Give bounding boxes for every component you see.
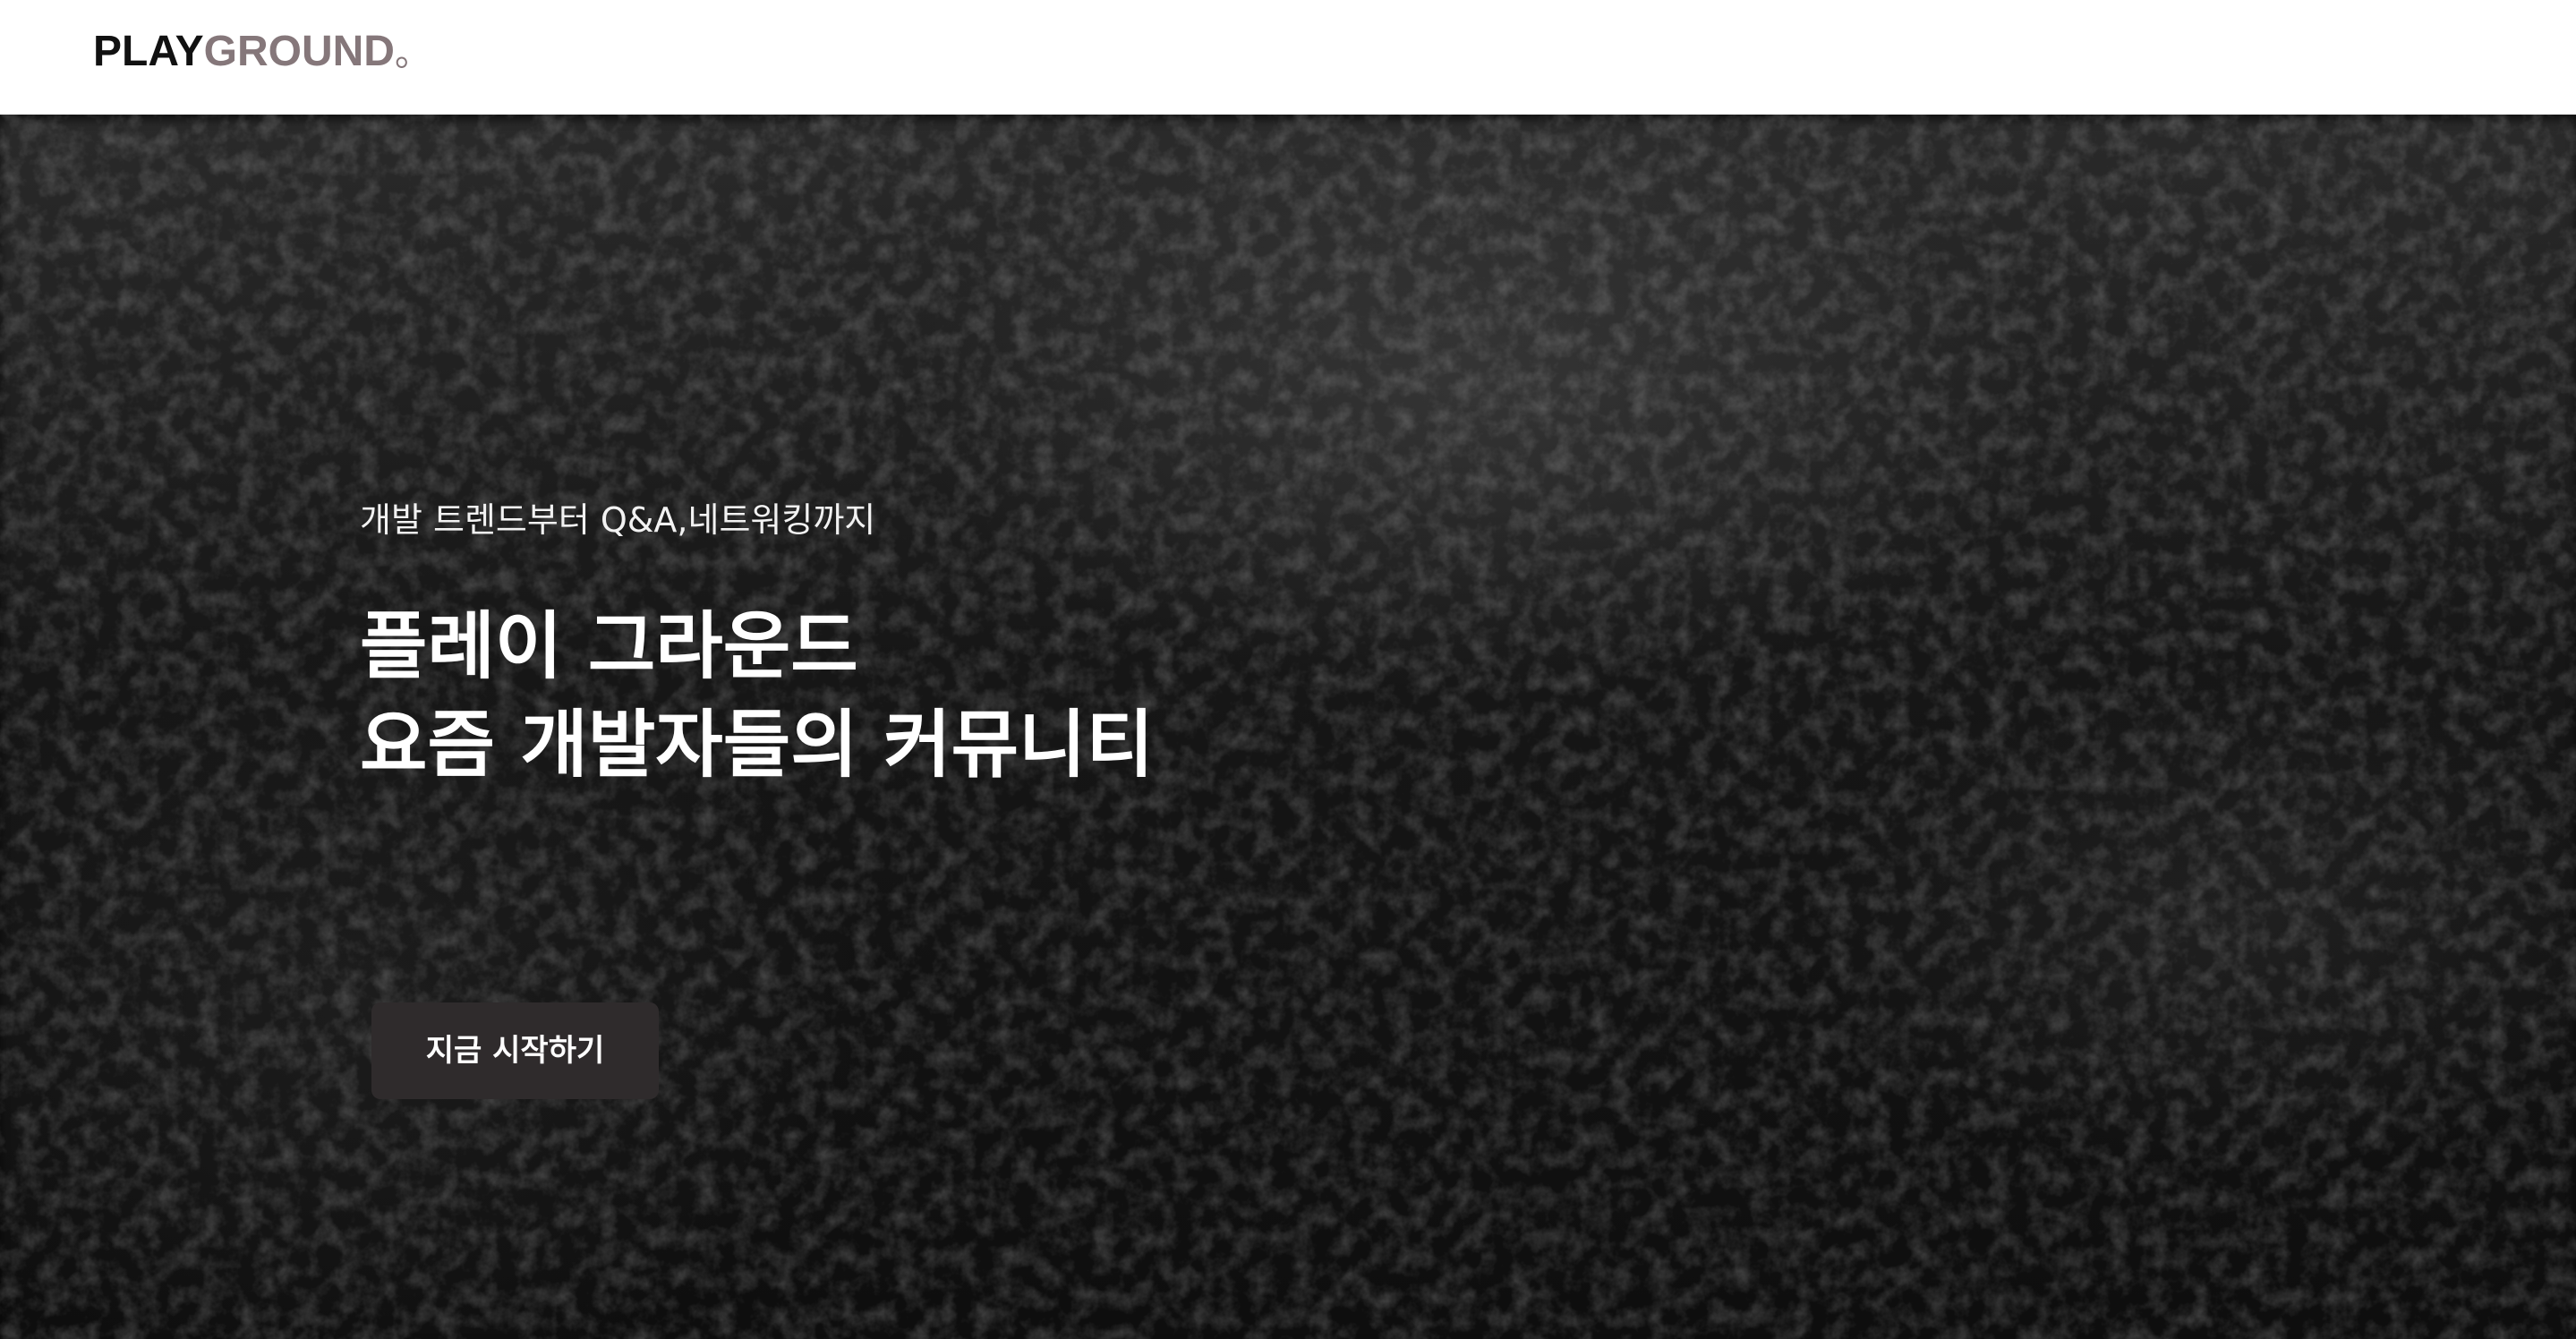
hero-subtitle: 개발 트렌드부터 Q&A,네트워킹까지 <box>360 500 876 540</box>
hero-section: 개발 트렌드부터 Q&A,네트워킹까지 플레이 그라운드 요즘 개발자들의 커뮤… <box>0 115 2576 1339</box>
site-header: PLAYGROUND。 <box>0 0 2576 115</box>
logo-dot: 。 <box>394 34 431 73</box>
logo-text-play: PLAY <box>93 28 204 75</box>
hero-title: 플레이 그라운드 요즘 개발자들의 커뮤니티 <box>360 598 1154 795</box>
logo-text-ground: GROUND <box>203 28 395 75</box>
hero-title-line-1: 플레이 그라운드 <box>360 604 858 689</box>
start-now-button[interactable]: 지금 시작하기 <box>371 1002 659 1099</box>
hero-title-line-2: 요즘 개발자들의 커뮤니티 <box>360 703 1154 788</box>
logo-link[interactable]: PLAYGROUND。 <box>93 23 431 82</box>
